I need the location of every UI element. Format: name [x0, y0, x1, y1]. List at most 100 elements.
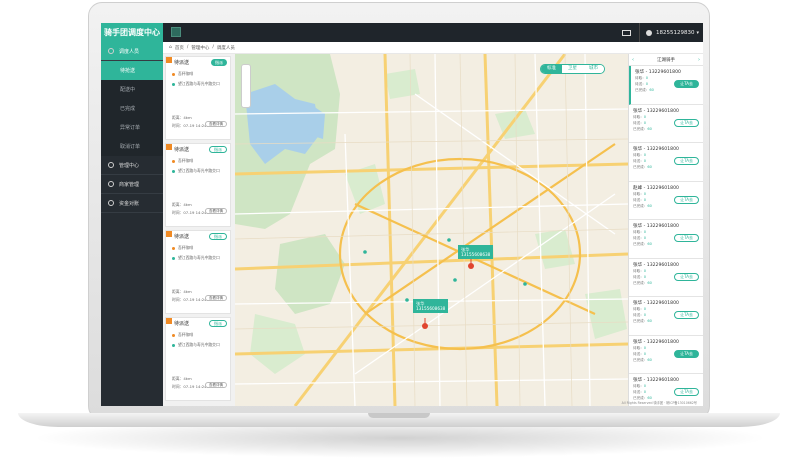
- assign-button[interactable]: 指派: [211, 59, 227, 66]
- rider-popup[interactable]: 张华 13155608638: [413, 299, 449, 313]
- laptop-notch: [368, 413, 430, 418]
- rider-list: 张华 - 13229601800 待取：0 待送：0 已完成：60 让TA去 张华 - 1…: [629, 66, 703, 406]
- map-tab-satellite[interactable]: 卫星: [562, 65, 583, 73]
- app-logo[interactable]: 骑手团调度中心: [101, 23, 163, 42]
- map-canvas[interactable]: [235, 54, 628, 406]
- section-icon: [108, 162, 114, 168]
- chevron-down-icon: ▾: [696, 29, 699, 36]
- task-shop: 吾杯咖啡: [178, 158, 194, 163]
- task-shop: 吾杯咖啡: [178, 71, 194, 76]
- task-card[interactable]: 待派送 指派 吾杯咖啡 望江西路与寿光中路交口 距离：4km 时间：07-19 14:24…: [165, 317, 231, 401]
- view-detail-button[interactable]: 查看详情: [205, 208, 227, 214]
- task-corner-badge: [166, 57, 172, 63]
- view-detail-button[interactable]: 查看详情: [205, 382, 227, 388]
- location-dot-icon: [172, 256, 175, 260]
- sidebar-item[interactable]: 已完成: [101, 99, 163, 118]
- task-address-line: 望江西路与寿光中路交口: [172, 81, 220, 87]
- sidebar: 调度人员待抢送配送中 已完成异常订单取消订单管理中心商家管理资金对账: [101, 42, 163, 406]
- sidebar-item-label: 异常订单: [120, 125, 141, 131]
- rider-popup-phone: 13155608638: [416, 306, 446, 311]
- rider-card[interactable]: 张华 - 13229601800 待取：0 待送：0 已完成：60 让TA去: [629, 297, 703, 336]
- assign-button[interactable]: 指派: [209, 146, 227, 153]
- rider-card[interactable]: 张华 - 13229601800 待取：0 待送：0 已完成：60 让TA去: [629, 66, 703, 105]
- breadcrumb: ⌂ 首页 / 管理中心 / 调度人员: [163, 42, 703, 54]
- top-right-area: 18255129830 ▾: [621, 23, 703, 42]
- dispatch-button[interactable]: 让TA去: [674, 80, 699, 88]
- task-shop: 吾杯咖啡: [178, 245, 194, 250]
- dispatch-button[interactable]: 让TA去: [674, 311, 699, 319]
- task-card[interactable]: 待派送 指派 吾杯咖啡 望江西路与寿光中路交口 距离：4km 时间：07-19 14:24…: [165, 230, 231, 314]
- rider-popup[interactable]: 张华 13155608638: [458, 245, 494, 259]
- sidebar-item[interactable]: 取消订单: [101, 137, 163, 156]
- user-icon: [645, 29, 652, 36]
- rider-card[interactable]: 张华 - 13229601800 待取：0 待送：0 已完成：60 让TA去: [629, 335, 703, 374]
- task-distance: 距离：4km: [172, 202, 192, 207]
- map-tab-standard[interactable]: 标准: [541, 65, 562, 73]
- user-phone: 18255129830: [655, 29, 695, 36]
- prev-arrow-icon[interactable]: ‹: [632, 57, 634, 63]
- sidebar-item[interactable]: 调度人员: [101, 42, 163, 61]
- task-address: 望江西路与寿光中路交口: [178, 255, 220, 260]
- task-shop-line: 吾杯咖啡: [172, 332, 193, 338]
- view-detail-button[interactable]: 查看详情: [205, 295, 227, 301]
- sidebar-item[interactable]: 资金对账: [101, 194, 163, 213]
- next-arrow-icon[interactable]: ›: [698, 57, 700, 63]
- map-view[interactable]: 标准 卫星 城市 张华 13155608638 张华 13155608638: [235, 54, 628, 406]
- sidebar-item[interactable]: 配送中: [101, 80, 163, 99]
- task-address: 望江西路与寿光中路交口: [178, 168, 220, 173]
- sidebar-item[interactable]: 异常订单: [101, 118, 163, 137]
- dispatch-button[interactable]: 让TA去: [674, 349, 699, 358]
- task-address-line: 望江西路与寿光中路交口: [172, 342, 220, 348]
- task-distance: 距离：4km: [172, 115, 192, 120]
- task-title: 待派送: [174, 147, 190, 153]
- dispatch-button[interactable]: 让TA去: [674, 234, 699, 242]
- task-address-line: 望江西路与寿光中路交口: [172, 255, 220, 261]
- location-dot-icon: [172, 82, 175, 86]
- view-detail-button[interactable]: 查看详情: [205, 121, 227, 127]
- task-title: 待派送: [174, 321, 190, 327]
- task-distance-line: 距离：4km: [172, 376, 192, 382]
- dispatch-button[interactable]: 让TA去: [674, 388, 699, 396]
- rider-popup-phone: 13155608638: [461, 252, 491, 257]
- menu-toggle-icon[interactable]: [171, 27, 181, 37]
- sidebar-item[interactable]: 待抢送: [101, 61, 163, 80]
- assign-button[interactable]: 指派: [209, 320, 227, 327]
- task-card[interactable]: 待派送 指派 吾杯咖啡 望江西路与寿光中路交口 距离：4km 时间：07-19 14:24…: [165, 56, 231, 140]
- rider-card[interactable]: 张华 - 13229601800 待取：0 待送：0 已完成：60 让TA去: [629, 143, 703, 182]
- map-zoom-control[interactable]: [241, 64, 251, 108]
- mail-icon[interactable]: [621, 29, 631, 36]
- user-menu[interactable]: 18255129830 ▾: [638, 23, 703, 42]
- dispatch-button[interactable]: 让TA去: [674, 157, 699, 165]
- sidebar-item-label: 商家管理: [119, 181, 140, 188]
- breadcrumb-level1[interactable]: 管理中心: [191, 45, 209, 51]
- assign-button[interactable]: 指派: [209, 233, 227, 240]
- task-corner-badge: [166, 231, 172, 237]
- sidebar-item-label: 待抢送: [120, 68, 136, 74]
- sidebar-item-label: 管理中心: [119, 162, 140, 169]
- breadcrumb-home[interactable]: 首页: [175, 45, 184, 51]
- dispatch-button[interactable]: 让TA去: [674, 118, 699, 127]
- footer-copyright: All Rights Reserved 骑手团 · 皖ICP备13010662号: [621, 401, 697, 405]
- task-corner-badge: [166, 318, 172, 324]
- dispatch-button[interactable]: 让TA去: [674, 195, 699, 204]
- breadcrumb-level2: 调度人员: [216, 45, 235, 51]
- home-icon[interactable]: ⌂: [169, 45, 172, 50]
- rider-card[interactable]: 张华 - 13229601800 待取：0 待送：0 已完成：60 让TA去: [629, 104, 703, 143]
- shop-dot-icon: [172, 246, 175, 250]
- task-shop-line: 吾杯咖啡: [172, 245, 193, 251]
- location-dot-icon: [172, 169, 175, 173]
- task-address: 望江西路与寿光中路交口: [178, 81, 220, 86]
- map-tab-city[interactable]: 城市: [583, 65, 604, 73]
- task-distance-line: 距离：4km: [172, 289, 192, 295]
- rider-card[interactable]: 张华 - 13229601800 待取：0 待送：0 已完成：60 让TA去: [629, 258, 703, 297]
- rider-card[interactable]: 张华 - 13229601800 待取：0 待送：0 已完成：60 让TA去: [629, 220, 703, 259]
- section-icon: [108, 48, 114, 54]
- task-card[interactable]: 待派送 指派 吾杯咖啡 望江西路与寿光中路交口 距离：4km 时间：07-19 14:24…: [165, 143, 231, 227]
- dispatch-button[interactable]: 让TA去: [674, 272, 699, 281]
- sidebar-item-label: 资金对账: [119, 200, 140, 207]
- sidebar-item[interactable]: 管理中心: [101, 156, 163, 175]
- sidebar-item[interactable]: 商家管理: [101, 175, 163, 194]
- task-title: 待派送: [174, 60, 190, 66]
- rider-card[interactable]: 赵峰 - 13229601800 待取：0 待送：0 已完成：60 让TA去: [629, 181, 703, 220]
- top-bar: 骑手团调度中心 18255129830 ▾: [101, 23, 703, 42]
